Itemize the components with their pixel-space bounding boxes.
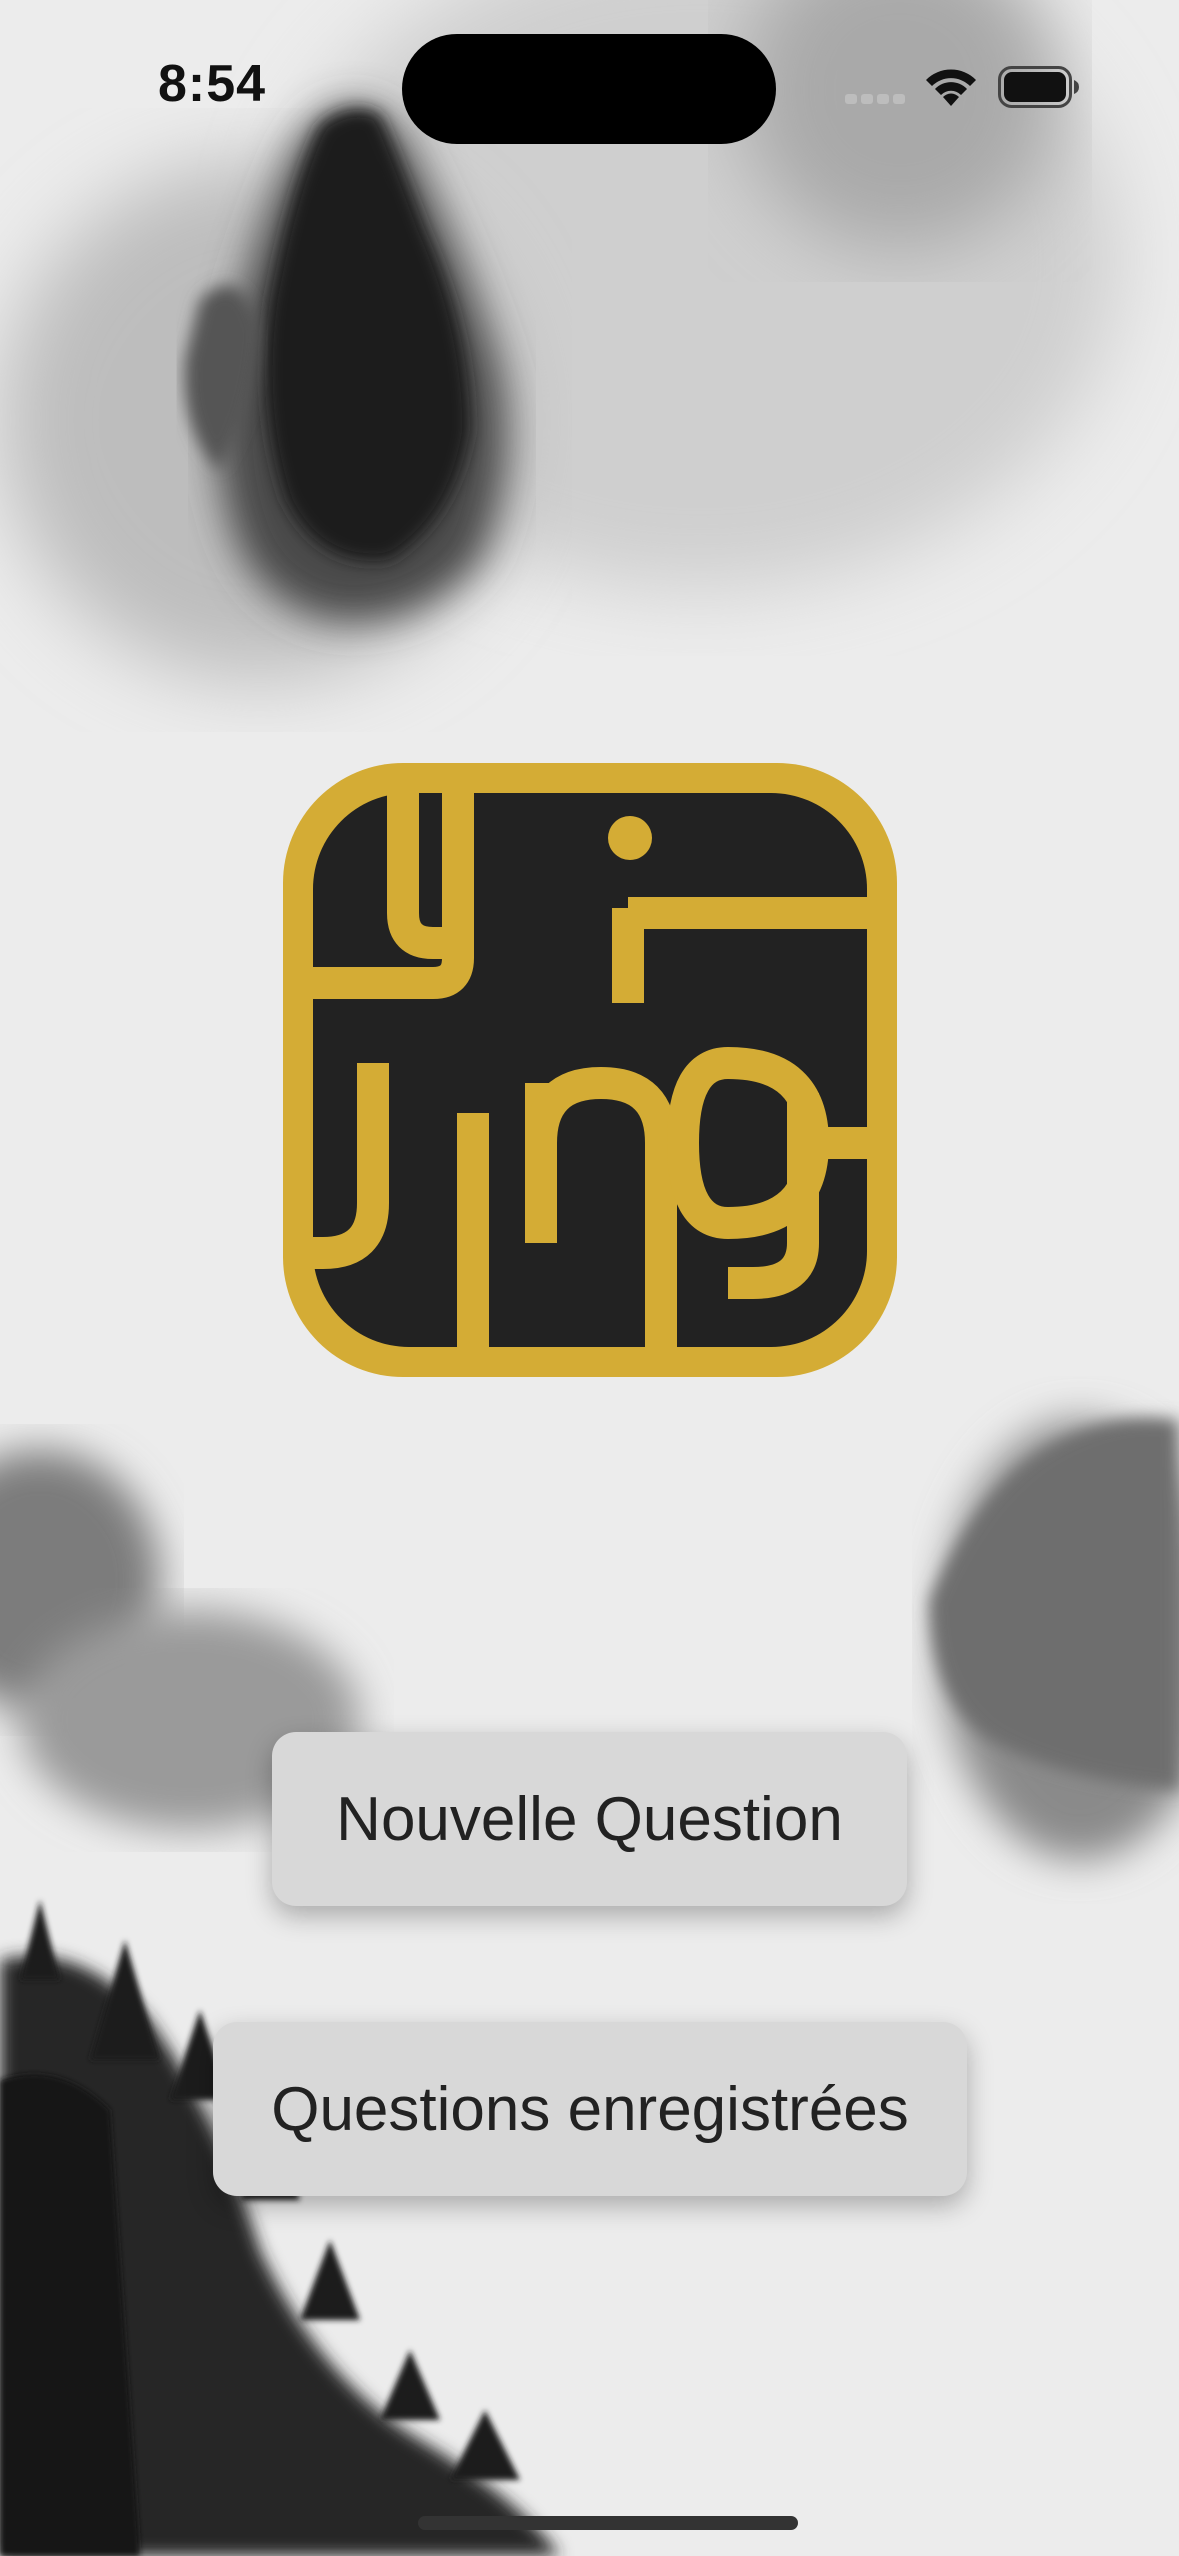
home-indicator[interactable] <box>418 2516 798 2530</box>
battery-icon <box>998 66 1079 108</box>
status-time: 8:54 <box>158 55 267 113</box>
cellular-signal-icon <box>845 94 905 104</box>
yi-jing-logo <box>283 763 897 1377</box>
status-bar: 8:54 <box>0 0 1179 170</box>
new-question-button[interactable]: Nouvelle Question <box>272 1732 907 1906</box>
wifi-icon <box>926 69 976 106</box>
dynamic-island <box>402 34 776 144</box>
saved-questions-label: Questions enregistrées <box>271 2074 909 2144</box>
saved-questions-button[interactable]: Questions enregistrées <box>213 2022 967 2196</box>
new-question-label: Nouvelle Question <box>336 1784 843 1854</box>
